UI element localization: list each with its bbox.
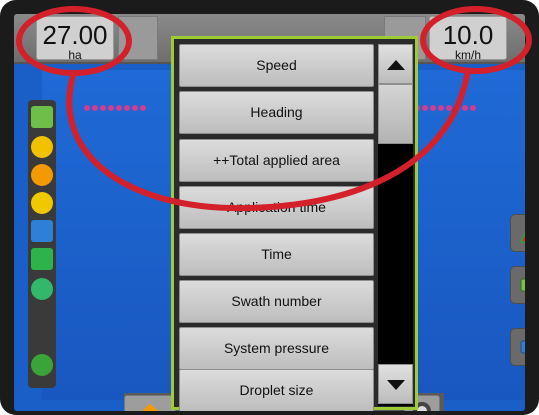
highlight-swoop bbox=[66, 69, 471, 212]
device-frame: 27.00 ha 10.0 km/h Speed Heading ++Total… bbox=[0, 0, 539, 415]
